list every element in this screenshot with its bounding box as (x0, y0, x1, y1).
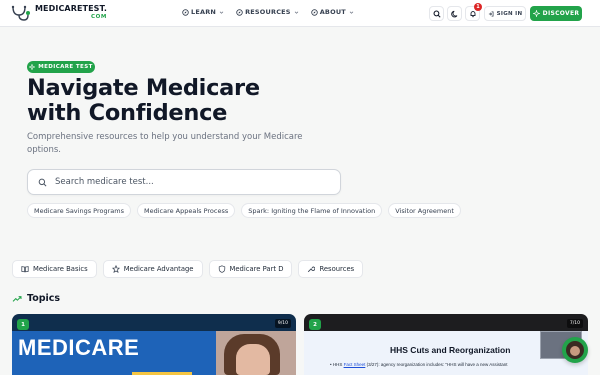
compass-icon (310, 8, 318, 16)
topic-rating-badge: 7/10 (566, 319, 583, 328)
wrench-icon (308, 266, 316, 273)
sparkle-icon (29, 64, 36, 70)
sparkle-icon (532, 10, 540, 17)
quick-links: Medicare Savings Programs Medicare Appea… (27, 203, 461, 218)
sign-in-button[interactable]: SIGN IN (484, 6, 526, 21)
search-box (27, 169, 341, 195)
topic-card[interactable]: MEDICARE 1 9/10 (12, 314, 296, 375)
topics-heading: Topics (12, 293, 60, 304)
chat-assistant-button[interactable] (562, 337, 588, 363)
topic-thumbnail-title: HHS Cuts and Reorganization (390, 345, 511, 355)
compass-icon (236, 8, 243, 16)
shield-icon (218, 265, 225, 273)
notification-count-badge: 1 (474, 3, 482, 11)
star-icon (111, 265, 120, 273)
topic-thumbnail-text: • HHS Fact Sheet (3/27): agency reorgani… (330, 362, 508, 367)
category-label: Medicare Basics (33, 265, 88, 273)
chevron-down-icon (349, 10, 354, 14)
topics-title: Topics (27, 293, 61, 304)
nav-resources[interactable]: RESOURCES (236, 8, 301, 16)
search-button[interactable] (429, 6, 444, 21)
site-logo[interactable]: MEDICARETEST. COM (10, 4, 107, 22)
hero-subtitle: Comprehensive resources to help you unde… (27, 132, 303, 155)
sign-in-label: SIGN IN (496, 10, 523, 17)
category-medicare-advantage[interactable]: Medicare Advantage (102, 260, 203, 278)
stethoscope-logo-icon (11, 5, 30, 21)
logo-suffix: COM (91, 14, 107, 20)
nav-about-label: ABOUT (319, 8, 346, 16)
discover-label: DISCOVER (542, 10, 580, 17)
search-icon (38, 178, 47, 186)
category-label: Resources (319, 265, 355, 273)
presenter-face (236, 344, 270, 375)
book-icon (21, 266, 29, 273)
topic-card[interactable]: HHS Cuts and Reorganization • HHS Fact S… (304, 314, 588, 375)
nav-about[interactable]: ABOUT (310, 8, 356, 16)
topic-number-badge: 1 (17, 319, 29, 330)
nav-learn-label: LEARN (191, 8, 217, 16)
quick-link-visitor-agreement[interactable]: Visitor Agreement (388, 203, 461, 218)
quick-link-appeals-process[interactable]: Medicare Appeals Process (136, 203, 236, 218)
logo-text: MEDICARETEST. (35, 4, 107, 13)
login-icon (488, 11, 494, 16)
page-title: Navigate Medicare with Confidence (27, 75, 260, 126)
moon-icon (450, 10, 457, 17)
search-icon (433, 10, 441, 18)
quick-link-savings-programs[interactable]: Medicare Savings Programs (27, 203, 131, 218)
avatar (566, 341, 584, 359)
hero-badge-label: MEDICARE TEST (38, 64, 93, 70)
main-nav: LEARN RESOURCES ABOUT (182, 8, 356, 16)
topic-thumbnail-text: MEDICARE (18, 335, 140, 360)
hero-badge: MEDICARE TEST (27, 61, 95, 73)
category-label: Medicare Advantage (123, 265, 194, 273)
quick-link-spark-innovation[interactable]: Spark: Igniting the Flame of Innovation (241, 203, 383, 218)
bell-icon (470, 10, 475, 17)
compass-icon (182, 8, 189, 16)
search-input[interactable] (55, 177, 325, 187)
category-resources[interactable]: Resources (298, 260, 364, 278)
discover-button[interactable]: DISCOVER (530, 6, 582, 21)
category-medicare-basics[interactable]: Medicare Basics (12, 260, 97, 278)
category-medicare-part-d[interactable]: Medicare Part D (208, 260, 293, 278)
topic-number-badge: 2 (309, 319, 321, 330)
trending-up-icon (12, 295, 22, 302)
nav-learn[interactable]: LEARN (182, 8, 226, 16)
chevron-down-icon (294, 10, 298, 14)
theme-toggle-button[interactable] (447, 6, 462, 21)
site-header: MEDICARETEST. COM LEARN RESOURCES ABOUT … (0, 0, 600, 27)
chevron-down-icon (219, 10, 224, 14)
category-label: Medicare Part D (229, 265, 284, 273)
category-buttons: Medicare Basics Medicare Advantage Medic… (12, 260, 364, 278)
topic-rating-badge: 9/10 (274, 319, 291, 328)
nav-resources-label: RESOURCES (245, 8, 291, 16)
